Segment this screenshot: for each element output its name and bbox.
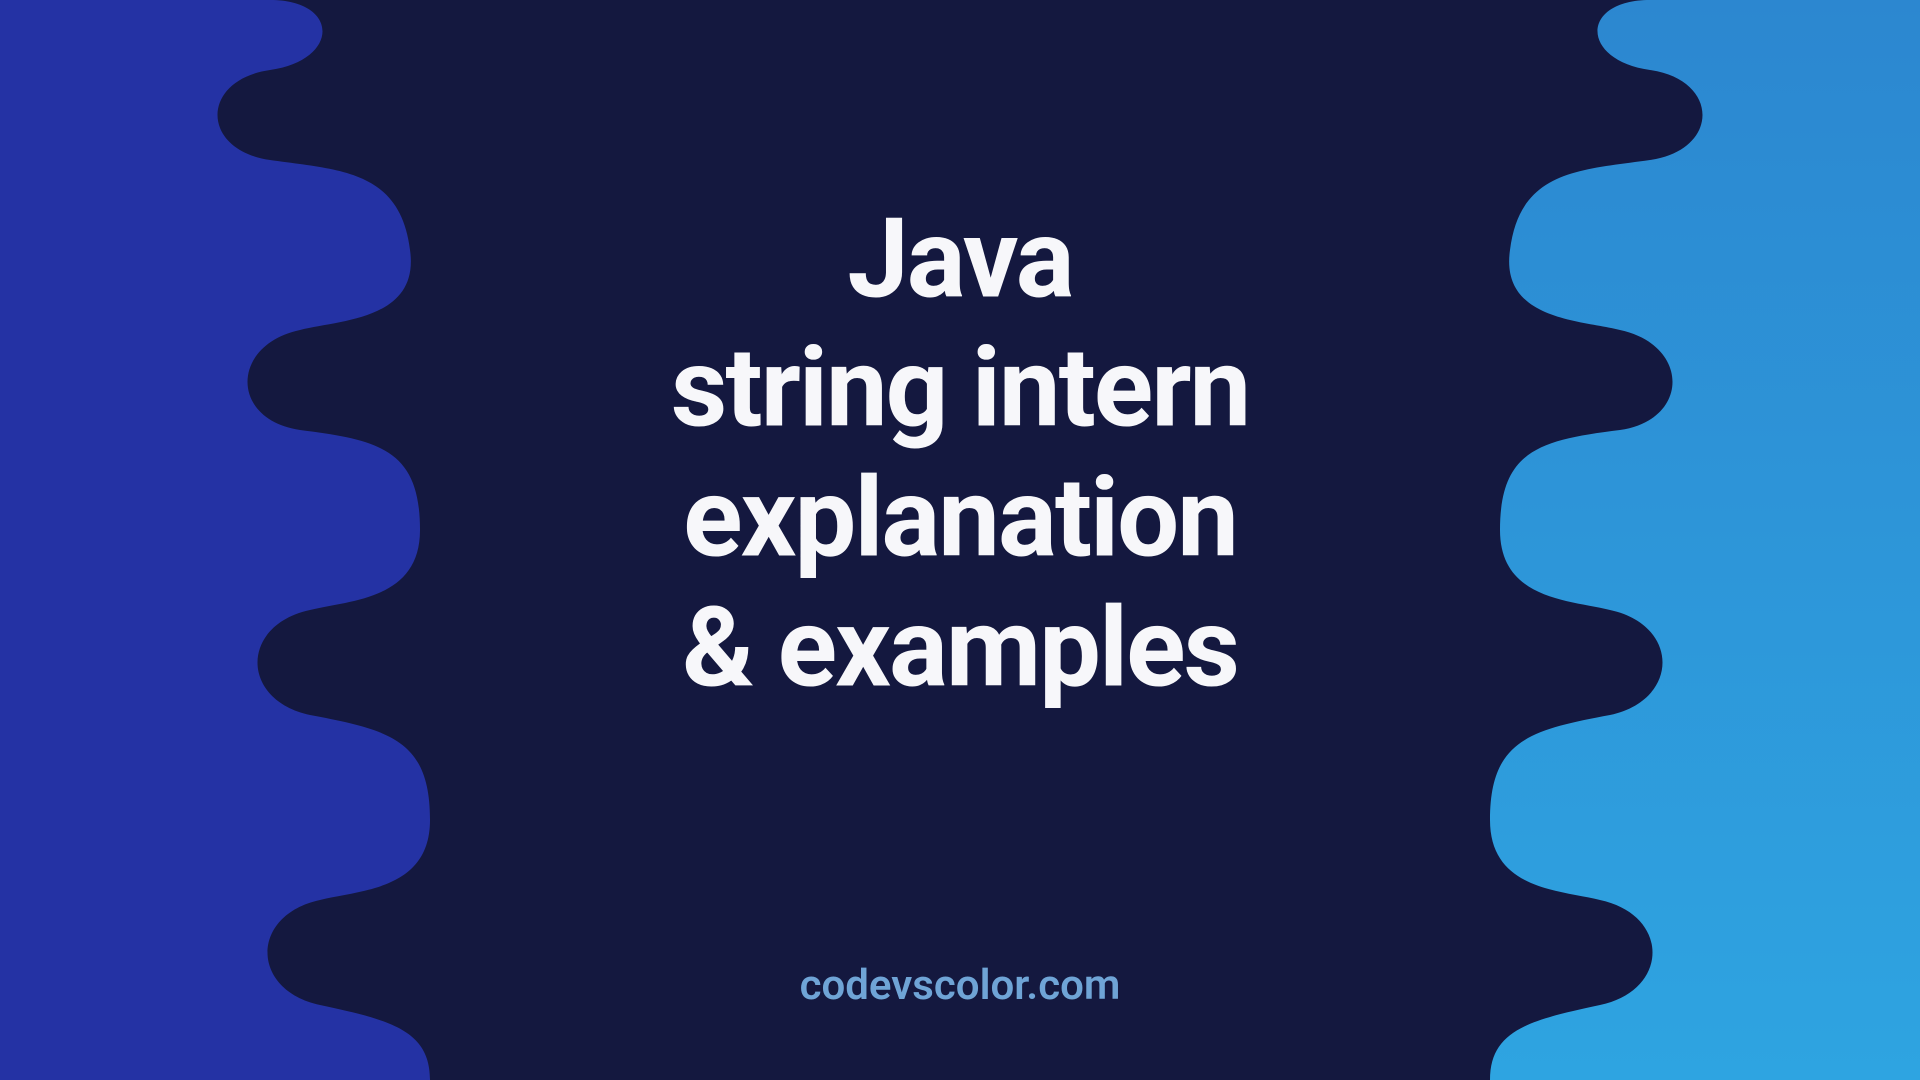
right-wave-shape (1460, 0, 1920, 1080)
title-line-3: explanation (671, 454, 1249, 584)
title-line-2: string intern (671, 324, 1249, 454)
title-line-1: Java (671, 194, 1249, 324)
left-wave-shape (0, 0, 460, 1080)
title-line-4: & examples (671, 583, 1249, 713)
banner-stage: Java string intern explanation & example… (0, 0, 1920, 1080)
banner-title: Java string intern explanation & example… (671, 194, 1249, 713)
site-label: codevscolor.com (800, 961, 1121, 1010)
